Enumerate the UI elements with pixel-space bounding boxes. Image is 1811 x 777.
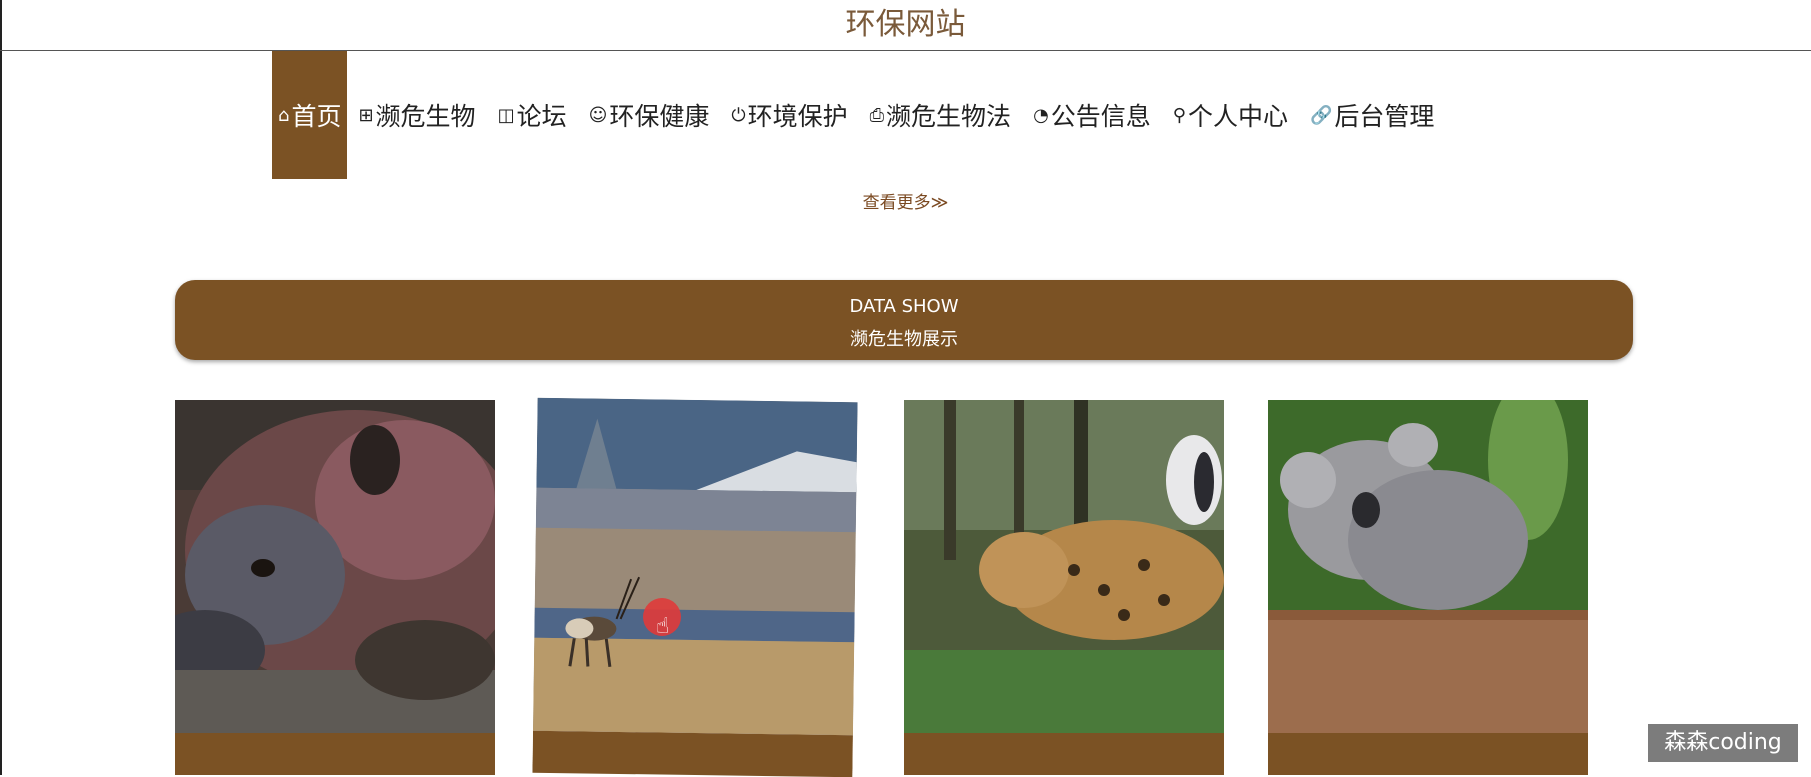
nav-item-environment[interactable]: ⏻ 环境保护 bbox=[720, 51, 858, 179]
species-card[interactable] bbox=[175, 400, 495, 775]
nav-item-label: 濒危生物 bbox=[375, 102, 476, 131]
species-card[interactable] bbox=[532, 397, 858, 777]
link-icon: 🔗 bbox=[1310, 104, 1333, 126]
nav-item-health[interactable]: ☺ 环保健康 bbox=[578, 51, 721, 179]
species-card[interactable] bbox=[1268, 400, 1588, 775]
smile-icon: ☺ bbox=[588, 104, 608, 126]
nav-item-label: 公告信息 bbox=[1050, 102, 1151, 131]
nav-item-forum[interactable]: ◫ 论坛 bbox=[487, 51, 578, 179]
forum-icon: ◫ bbox=[497, 104, 515, 126]
koala-photo bbox=[1268, 400, 1588, 733]
banner-title-en: DATA SHOW bbox=[849, 296, 959, 317]
grid-icon: ⊞ bbox=[358, 104, 374, 126]
main-nav: ⌂ 首页 ⊞ 濒危生物 ◫ 论坛 ☺ 环保健康 ⏻ 环境保护 ⎙ 濒危生物法 ◔… bbox=[272, 51, 1445, 179]
nav-item-label: 后台管理 bbox=[1334, 102, 1435, 131]
window-frame bbox=[0, 0, 2, 775]
nav-item-profile[interactable]: ⚲ 个人中心 bbox=[1162, 51, 1299, 179]
nav-item-label: 个人中心 bbox=[1187, 102, 1288, 131]
species-card-caption bbox=[532, 730, 853, 777]
hand-cursor-icon: ☝ bbox=[656, 614, 670, 639]
nav-item-label: 环保健康 bbox=[609, 102, 710, 131]
species-card-caption bbox=[904, 733, 1224, 775]
power-icon: ⏻ bbox=[731, 104, 746, 126]
nav-item-label: 濒危生物法 bbox=[886, 102, 1012, 131]
home-icon: ⌂ bbox=[278, 104, 290, 126]
antelope-photo bbox=[532, 397, 858, 736]
nav-item-label: 论坛 bbox=[516, 102, 567, 131]
rhino-photo bbox=[175, 400, 495, 733]
species-card-caption bbox=[1268, 733, 1588, 775]
nav-item-admin[interactable]: 🔗 后台管理 bbox=[1299, 51, 1445, 179]
gauge-icon: ◔ bbox=[1033, 104, 1049, 126]
data-show-banner: DATA SHOW 濒危生物展示 bbox=[175, 280, 1633, 360]
site-title: 环保网站 bbox=[0, 0, 1811, 51]
species-card[interactable] bbox=[904, 400, 1224, 775]
nav-item-home[interactable]: ⌂ 首页 bbox=[272, 51, 348, 179]
user-icon: ⚲ bbox=[1172, 104, 1186, 126]
view-more-link[interactable]: 查看更多≫ bbox=[0, 188, 1811, 213]
species-card-caption bbox=[175, 733, 495, 775]
banner-title-cn: 濒危生物展示 bbox=[850, 329, 958, 350]
nav-item-law[interactable]: ⎙ 濒危生物法 bbox=[859, 51, 1022, 179]
nav-item-label: 环境保护 bbox=[747, 102, 848, 131]
watermark: 森森coding bbox=[1648, 724, 1798, 762]
leopard-photo bbox=[904, 400, 1224, 733]
nav-item-label: 首页 bbox=[291, 102, 342, 131]
nav-item-endangered[interactable]: ⊞ 濒危生物 bbox=[347, 51, 486, 179]
nav-item-notice[interactable]: ◔ 公告信息 bbox=[1022, 51, 1162, 179]
printer-icon: ⎙ bbox=[869, 104, 885, 126]
